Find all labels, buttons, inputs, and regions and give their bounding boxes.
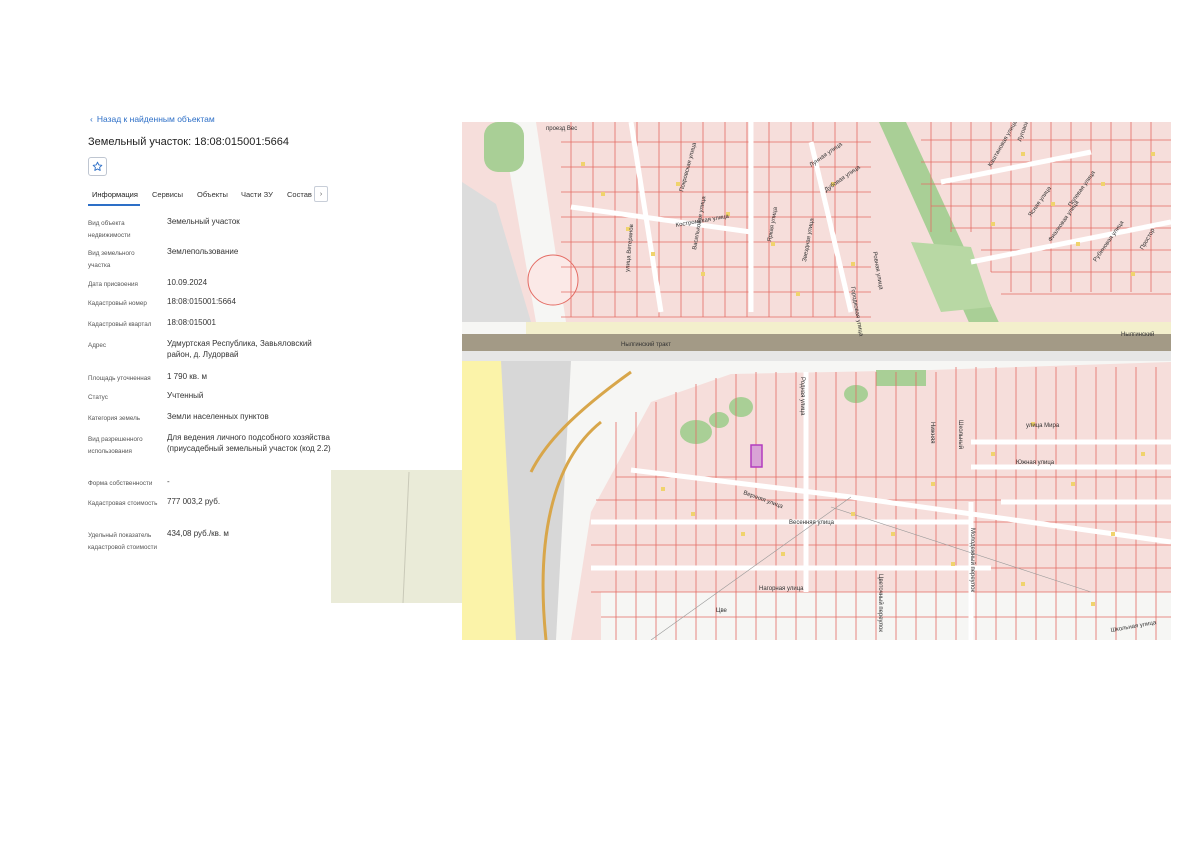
nylginsky-trakt xyxy=(462,334,1171,351)
cadastral-map[interactable]: Нылгинский тракт Нылгинский проезд Вес у… xyxy=(331,122,1171,640)
street-label: Молодежный переулок xyxy=(969,528,976,592)
attr-value: 777 003,2 руб. xyxy=(167,497,221,506)
forest-north xyxy=(484,122,524,172)
street-label: Родная улица xyxy=(799,377,805,416)
attr-value: Земли населенных пунктов xyxy=(167,412,269,421)
street-label: Весенняя улица xyxy=(789,520,835,526)
attr-value: 10.09.2024 xyxy=(167,278,208,287)
street-label: Южная улица xyxy=(1016,460,1055,466)
attr-label: Вид земельного участка xyxy=(88,250,135,269)
attr-value: Землепользование xyxy=(167,247,239,256)
tab-bar: Информация Сервисы Объекты Части ЗУ Сост… xyxy=(88,186,332,206)
tab-obekty[interactable]: Объекты xyxy=(197,190,228,199)
active-tab-indicator xyxy=(88,204,140,206)
street-label: Нылгинский xyxy=(1121,331,1154,338)
road-band-north xyxy=(526,322,1171,334)
chevron-left-icon: ‹ xyxy=(90,114,93,124)
selected-parcel xyxy=(750,444,763,468)
back-link-label: Назад к найденным объектам xyxy=(96,114,215,124)
attr-label: Адрес xyxy=(88,342,107,349)
attr-label: Статус xyxy=(88,394,108,401)
attr-label: Вид объекта недвижимости xyxy=(88,220,131,239)
tab-chasti-zu[interactable]: Части ЗУ xyxy=(241,190,273,199)
attr-value: 18:08:015001 xyxy=(167,318,216,327)
street-label: Нылгинский тракт xyxy=(621,341,671,348)
attr-label: Дата присвоения xyxy=(88,281,138,288)
street-label: улица Мира xyxy=(1026,423,1060,429)
road-band-south xyxy=(462,351,1171,361)
attr-value: 1 790 кв. м xyxy=(167,372,207,381)
attr-value: 18:08:015001:5664 xyxy=(167,297,236,306)
attr-label: Форма собственности xyxy=(88,480,153,487)
tabs-scroll-right-button[interactable]: › xyxy=(314,186,328,202)
favorite-button[interactable] xyxy=(88,157,107,176)
tab-sostav[interactable]: Состав xyxy=(287,190,312,199)
attr-label: Площадь уточненная xyxy=(88,375,151,382)
street-label: Нижняя xyxy=(929,422,935,444)
street-label: проезд Вес xyxy=(546,126,577,132)
street-label: Школьный xyxy=(957,420,964,449)
back-link[interactable]: ‹ Назад к найденным объектам xyxy=(90,114,215,124)
street-label: Цве xyxy=(716,608,728,614)
attr-label: Кадастровый номер xyxy=(88,300,147,307)
attr-value: 434,08 руб./кв. м xyxy=(167,529,229,538)
street-label: Нагорная улица xyxy=(759,586,804,592)
attr-value: Для ведения личного подсобного хозяйства… xyxy=(167,433,331,453)
street-label: Цветочный переулок xyxy=(877,574,884,632)
attr-label: Вид разрешенного использования xyxy=(88,436,143,455)
tab-servisy[interactable]: Сервисы xyxy=(152,190,183,199)
page-title: Земельный участок: 18:08:015001:5664 xyxy=(88,136,290,148)
attr-label: Кадастровая стоимость xyxy=(88,500,158,507)
attr-value: Земельный участок xyxy=(167,217,240,226)
white-area-south xyxy=(601,592,1171,640)
star-icon xyxy=(92,161,103,171)
attr-label: Кадастровый квартал xyxy=(88,321,152,328)
info-panel: ‹ Назад к найденным объектам Земельный уч… xyxy=(80,112,332,572)
tab-informatsiya[interactable]: Информация xyxy=(92,190,138,199)
map-overlay-panel xyxy=(331,470,462,603)
chevron-right-icon: › xyxy=(319,190,323,198)
parcel-round xyxy=(527,254,579,306)
attr-value: Учтенный xyxy=(167,391,204,400)
attr-label: Удельный показатель кадастровой стоимост… xyxy=(88,532,158,551)
attr-value: - xyxy=(167,477,170,486)
attr-label: Категория земель xyxy=(88,415,141,422)
attr-value: Удмуртская Республика, Завьяловский райо… xyxy=(167,339,312,359)
